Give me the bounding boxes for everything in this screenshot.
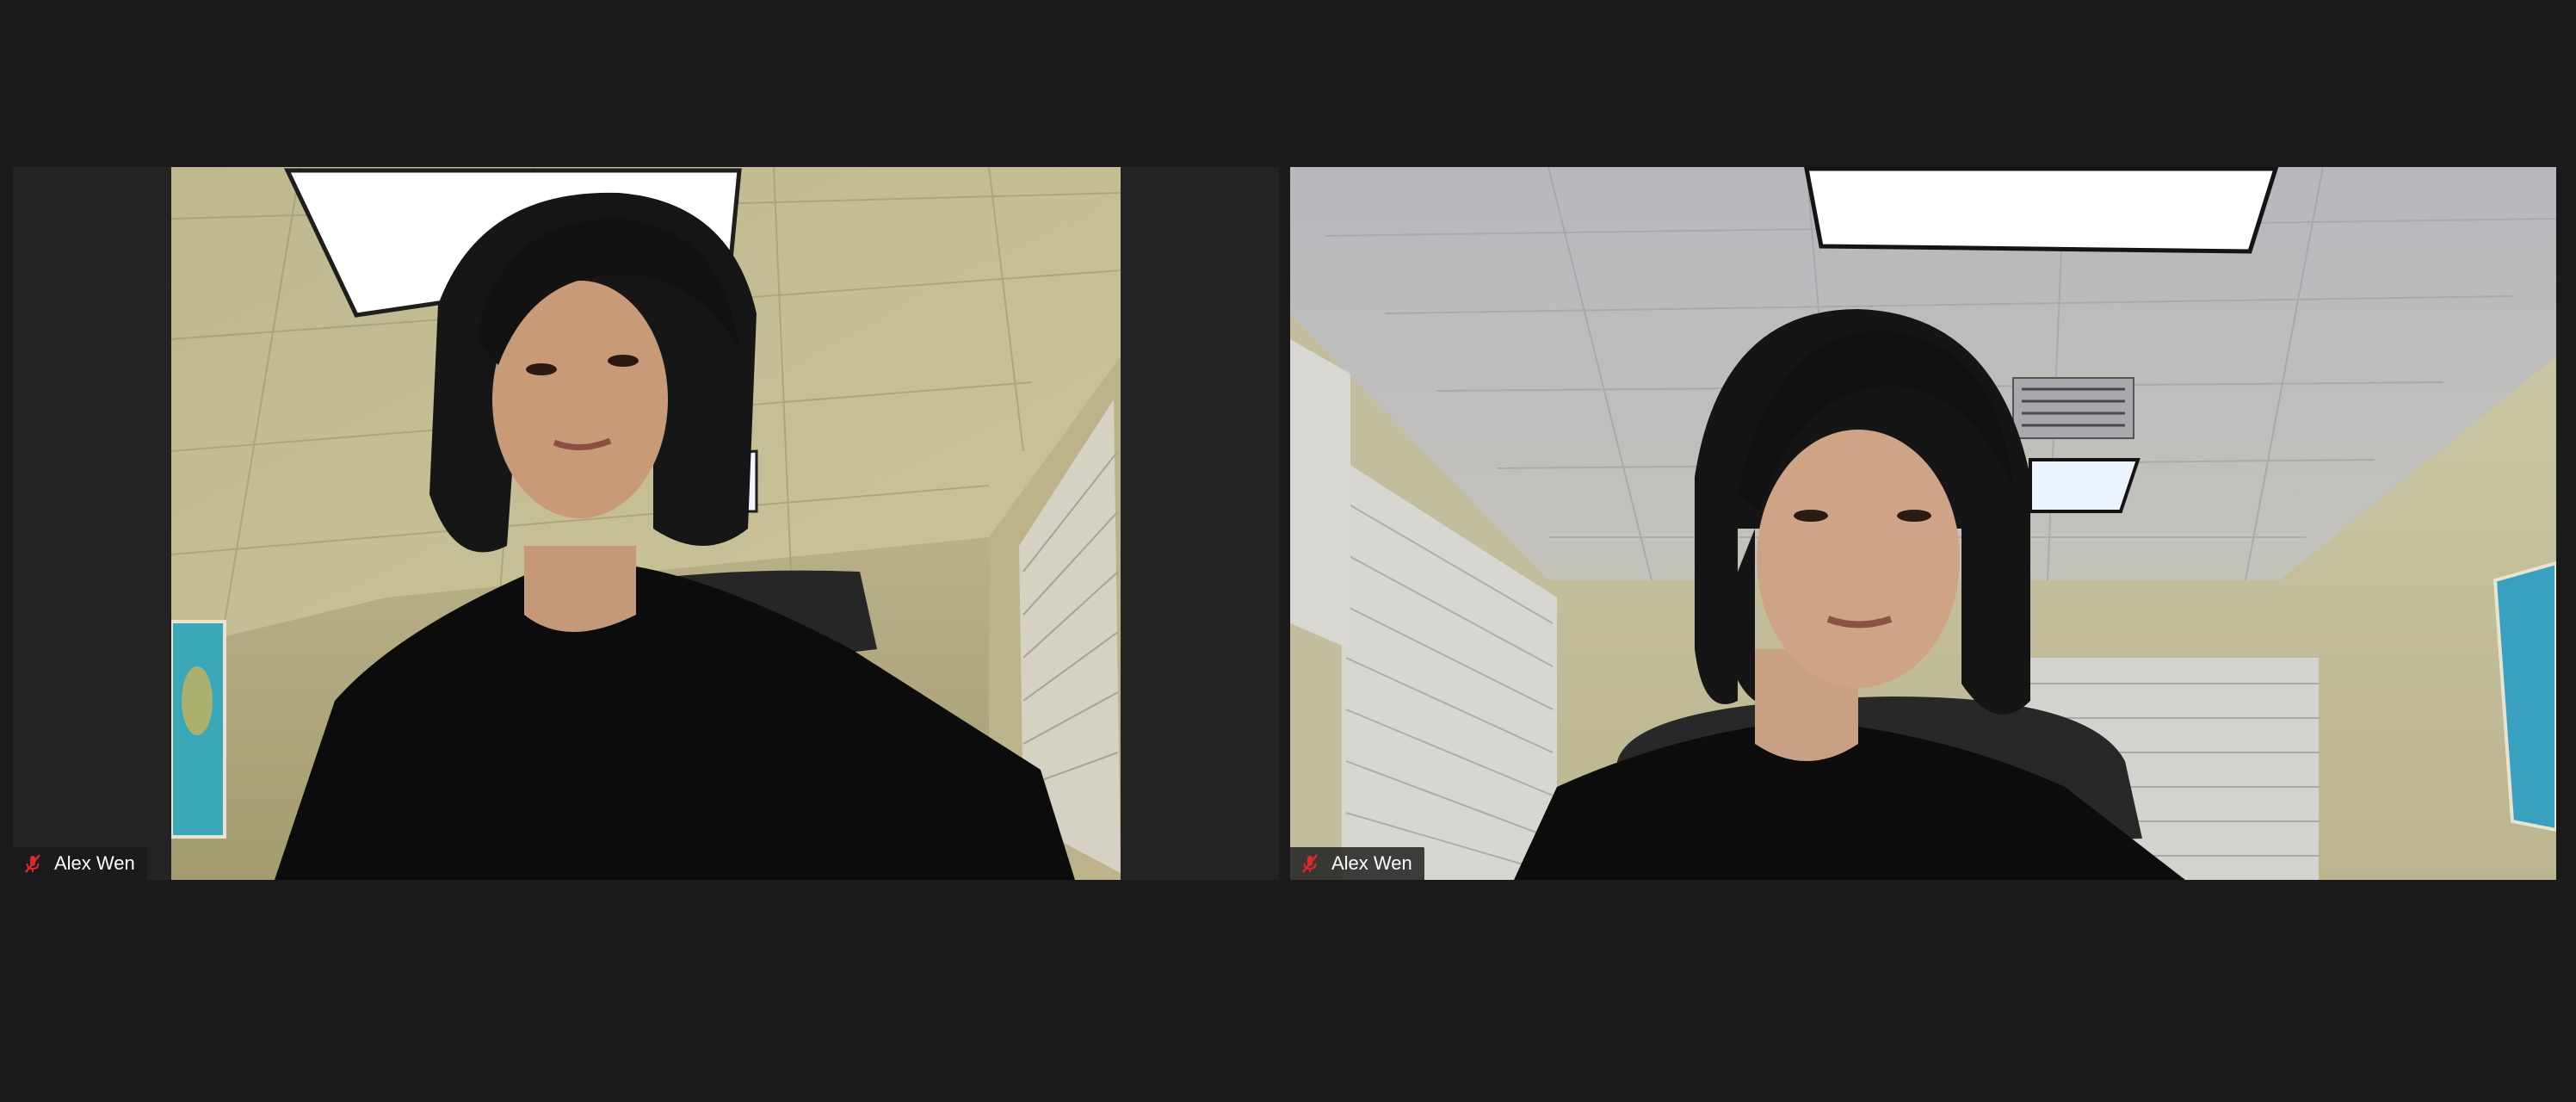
participant-video-tile[interactable]: Alex Wen [13, 167, 1279, 880]
participant-name-badge: Alex Wen [13, 847, 147, 880]
participant-video-feed [1290, 167, 2556, 880]
video-frame-illustration [171, 167, 1121, 880]
meeting-gallery-view: Alex Wen Alex Wen [0, 0, 2576, 1102]
participant-name: Alex Wen [54, 852, 135, 874]
participant-video-feed [171, 167, 1121, 880]
participant-name: Alex Wen [1331, 852, 1412, 874]
participant-name-badge: Alex Wen [1290, 847, 1424, 880]
video-frame-illustration [1290, 167, 2556, 880]
mic-muted-icon [22, 852, 44, 875]
participant-video-tile[interactable]: Alex Wen [1290, 167, 2556, 880]
mic-muted-icon [1299, 852, 1321, 875]
